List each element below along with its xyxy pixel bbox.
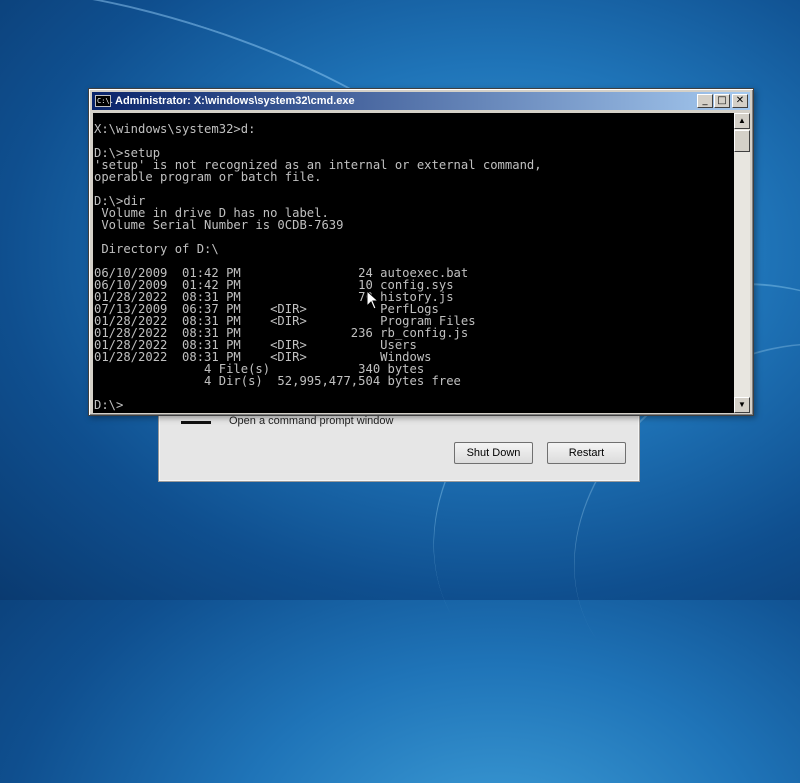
console-output: X:\windows\system32>d: D:\>setup 'setup'… xyxy=(94,122,542,412)
close-button[interactable]: ✕ xyxy=(732,94,748,108)
minimize-button[interactable]: _ xyxy=(697,94,713,108)
scroll-up-arrow-icon[interactable]: ▲ xyxy=(734,113,750,129)
window-title: Administrator: X:\windows\system32\cmd.e… xyxy=(115,95,355,107)
scroll-down-arrow-icon[interactable]: ▼ xyxy=(734,397,750,413)
title-bar[interactable]: C:\. Administrator: X:\windows\system32\… xyxy=(92,92,750,110)
maximize-button[interactable]: □ xyxy=(714,94,730,108)
scrollbar-thumb[interactable] xyxy=(734,130,750,152)
console-area[interactable]: X:\windows\system32>d: D:\>setup 'setup'… xyxy=(93,113,734,413)
shut-down-button[interactable]: Shut Down xyxy=(454,442,533,464)
command-prompt-window: C:\. Administrator: X:\windows\system32\… xyxy=(88,88,754,416)
command-prompt-option-icon[interactable] xyxy=(181,421,211,424)
mouse-pointer-icon xyxy=(366,290,380,310)
window-controls: _ □ ✕ xyxy=(696,94,748,108)
command-prompt-option-link[interactable]: Open a command prompt window xyxy=(229,415,393,427)
cmd-icon: C:\. xyxy=(95,95,114,107)
vertical-scrollbar[interactable]: ▲ ▼ xyxy=(734,113,750,413)
restart-button[interactable]: Restart xyxy=(547,442,626,464)
